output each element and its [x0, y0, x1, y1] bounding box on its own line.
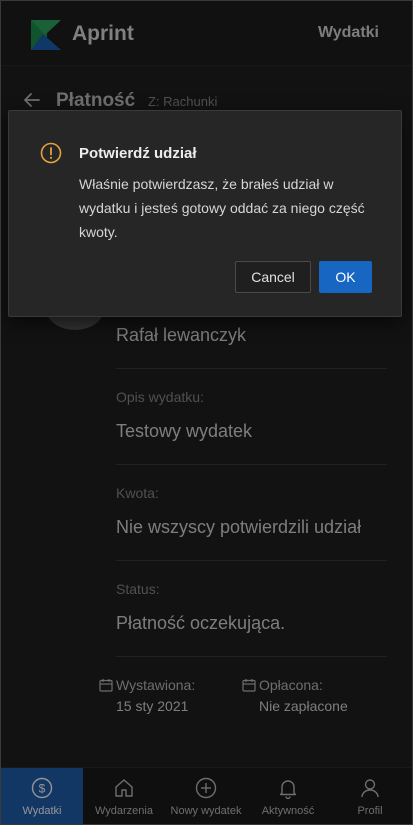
ok-button[interactable]: OK [319, 261, 372, 293]
app-screen: Aprint Wydatki Płatność Z: Rachunki Rafa… [0, 0, 413, 825]
dialog-message: Właśnie potwierdzasz, że brałeś udział w… [79, 176, 365, 240]
confirm-participation-dialog: Potwierdź udział Właśnie potwierdzasz, ż… [8, 110, 402, 317]
warning-icon [40, 142, 62, 164]
dialog-title: Potwierdź udział [79, 145, 197, 162]
cancel-button[interactable]: Cancel [235, 261, 311, 293]
